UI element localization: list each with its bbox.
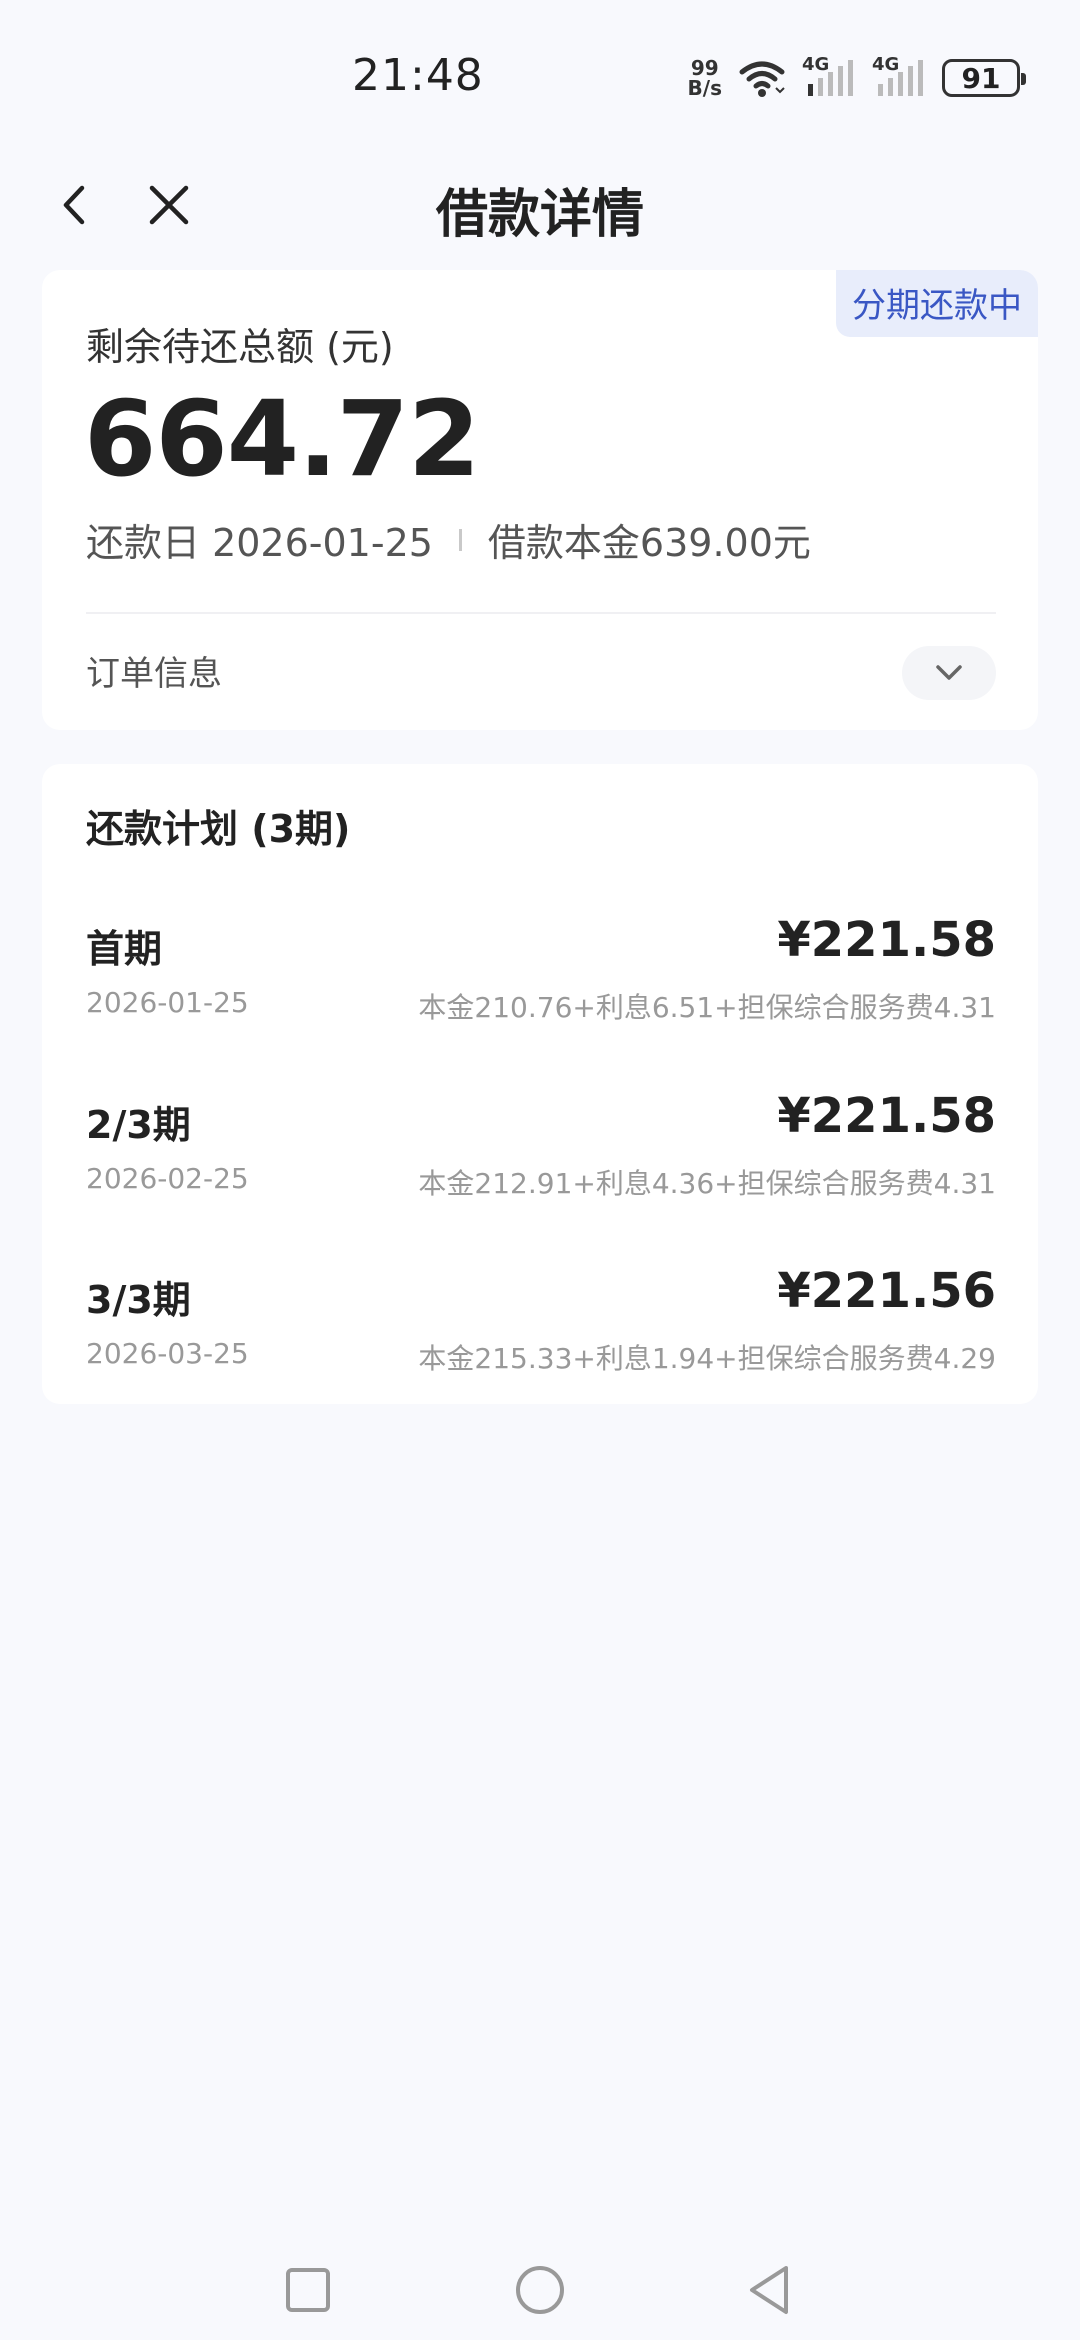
loan-sub-info: 还款日 2026-01-25 借款本金639.00元 — [86, 512, 811, 567]
chevron-down-icon — [936, 665, 962, 680]
plan-breakdown: 本金212.91+利息4.36+担保综合服务费4.31 — [418, 1167, 996, 1200]
page-title: 借款详情 — [435, 185, 644, 245]
header: 借款详情 — [0, 150, 1080, 260]
network-speed-unit: B/s — [687, 76, 722, 100]
plan-title: 还款计划 (3期) — [86, 807, 351, 851]
plan-row: 3/3期 ¥221.56 2026-03-25 本金215.33+利息1.94+… — [42, 1263, 1038, 1399]
home-button[interactable] — [510, 2260, 570, 2320]
divider — [86, 612, 996, 614]
plan-row: 首期 ¥221.58 2026-01-25 本金210.76+利息6.51+担保… — [42, 912, 1038, 1048]
nav-back-button[interactable] — [740, 2260, 800, 2320]
order-info-expand-button[interactable] — [902, 646, 996, 700]
plan-term: 首期 — [86, 927, 163, 971]
status-bar: 21:48 99 B/s 4G 4G 91 — [0, 0, 1080, 150]
status-indicators: 99 B/s 4G 4G 91 — [688, 54, 1026, 102]
signal-2: 4G — [872, 54, 926, 98]
cellular-signal-icon — [808, 60, 853, 96]
plan-date: 2026-01-25 — [86, 986, 249, 1019]
status-time: 21:48 — [352, 50, 484, 101]
remaining-label: 剩余待还总额 (元) — [86, 325, 394, 369]
loan-summary-card: 分期还款中 剩余待还总额 (元) 664.72 还款日 2026-01-25 借… — [42, 270, 1038, 730]
cellular-signal-icon — [878, 60, 923, 96]
repayment-plan-card: 还款计划 (3期) 首期 ¥221.58 2026-01-25 本金210.76… — [42, 764, 1038, 1404]
plan-breakdown: 本金215.33+利息1.94+担保综合服务费4.29 — [418, 1342, 996, 1375]
order-info-label[interactable]: 订单信息 — [86, 646, 222, 695]
network-speed-value: 99 — [690, 56, 719, 80]
system-nav-bar — [0, 2240, 1080, 2340]
recents-button[interactable] — [278, 2260, 338, 2320]
plan-term: 3/3期 — [86, 1278, 191, 1322]
battery-indicator: 91 — [942, 59, 1026, 97]
square-icon — [286, 2268, 330, 2312]
battery-level: 91 — [961, 61, 1001, 95]
due-date: 还款日 2026-01-25 — [86, 521, 433, 565]
plan-date: 2026-02-25 — [86, 1162, 249, 1195]
network-speed: 99 B/s — [688, 58, 722, 98]
triangle-back-icon — [750, 2266, 788, 2314]
remaining-amount: 664.72 — [84, 378, 480, 500]
loan-principal: 借款本金639.00元 — [487, 521, 811, 565]
plan-amount: ¥221.58 — [777, 912, 996, 968]
plan-amount: ¥221.58 — [777, 1088, 996, 1144]
wifi-icon — [739, 61, 785, 97]
status-badge: 分期还款中 — [836, 270, 1038, 337]
divider — [458, 528, 462, 551]
plan-term: 2/3期 — [86, 1103, 191, 1147]
plan-date: 2026-03-25 — [86, 1337, 249, 1370]
plan-row: 2/3期 ¥221.58 2026-02-25 本金212.91+利息4.36+… — [42, 1088, 1038, 1224]
plan-breakdown: 本金210.76+利息6.51+担保综合服务费4.31 — [418, 991, 996, 1024]
circle-icon — [516, 2266, 564, 2314]
signal-1: 4G — [802, 54, 856, 98]
plan-amount: ¥221.56 — [777, 1263, 996, 1319]
